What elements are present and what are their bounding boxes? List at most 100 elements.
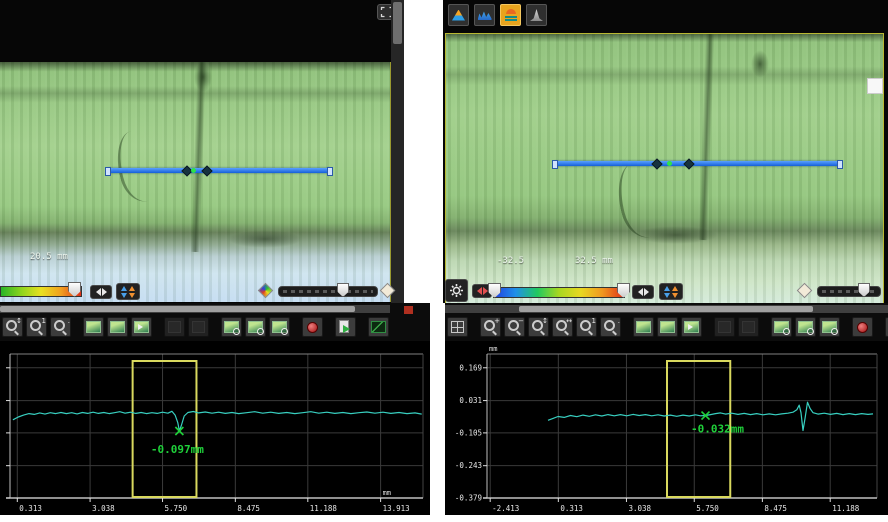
layered-surface-icon <box>505 9 517 21</box>
line-endpoint-marker-icon[interactable] <box>683 158 694 169</box>
layer-view-button[interactable] <box>500 4 521 26</box>
export-report-icon[interactable] <box>335 317 356 337</box>
layout-grid-icon[interactable] <box>447 317 468 337</box>
measure-region-box[interactable] <box>133 361 197 497</box>
icon-modifier: . <box>618 317 620 325</box>
range-slider[interactable] <box>817 286 881 297</box>
x-tick-label: 11.188 <box>832 504 860 513</box>
color-scale-bar[interactable] <box>493 287 625 298</box>
line-endpoint-marker-icon[interactable] <box>201 165 212 176</box>
icon-modifier: 1 <box>42 317 46 325</box>
zoom-out-icon[interactable]: − <box>504 317 525 337</box>
left-image-panel: 20.5 mm <box>0 0 404 303</box>
zoom-previous-icon[interactable]: . <box>50 317 71 337</box>
icon-modifier: ↔ <box>566 317 572 325</box>
icon-modifier: + <box>494 317 500 325</box>
measurement-line[interactable] <box>107 168 331 173</box>
right-toolbar: + − ↕ ↔ 1. <box>445 303 888 341</box>
y-tick-label: -0.379 <box>455 494 482 503</box>
zoom-fit-vertical-icon[interactable]: ↕ <box>528 317 549 337</box>
icon-modifier: − <box>518 317 524 325</box>
y-axis-unit-label: mm <box>489 345 497 353</box>
profile-wave-view-button[interactable] <box>474 4 495 26</box>
view-mode-toolbar <box>448 4 547 26</box>
icon-modifier: 1 <box>592 317 596 325</box>
x-tick-label: 0.313 <box>560 504 583 513</box>
x-tick-label: 11.188 <box>310 504 338 513</box>
right-image-panel: -32.5 32.5 mm <box>443 0 888 303</box>
sync-tool-icon[interactable] <box>738 317 759 337</box>
zoom-in-icon[interactable]: + <box>480 317 501 337</box>
x-tick-label: -2.413 <box>492 504 519 513</box>
measurement-value-label: -0.032mm <box>691 423 744 436</box>
region-zoom-icon[interactable] <box>221 317 242 337</box>
y-tick-label: -0.243 <box>455 461 482 470</box>
region-select-icon[interactable] <box>245 317 266 337</box>
cone-view-button[interactable] <box>526 4 547 26</box>
fit-scale-button[interactable] <box>90 285 112 299</box>
zoom-fit-vertical-icon[interactable]: ↕ <box>2 317 23 337</box>
region-zoom-icon[interactable] <box>771 317 792 337</box>
line-center-point-icon[interactable] <box>191 168 196 173</box>
sort-order-button[interactable] <box>659 283 683 300</box>
left-surface-image[interactable] <box>0 62 391 302</box>
record-icon[interactable] <box>852 317 873 337</box>
divider-handle[interactable] <box>404 306 413 314</box>
settings-gear-icon[interactable] <box>445 279 468 302</box>
color-scale-min-label: -32.5 <box>497 256 524 266</box>
view-animation-icon[interactable] <box>681 317 702 337</box>
zoom-fit-horizontal-icon[interactable]: ↔ <box>552 317 573 337</box>
horizontal-scrollbar[interactable] <box>0 305 390 313</box>
height-map-view-button[interactable] <box>448 4 469 26</box>
measurement-line[interactable] <box>554 161 841 166</box>
surface-pit <box>751 50 769 78</box>
profile-chart-canvas: 0.3133.0385.7508.47511.18813.913mm-0.097… <box>0 341 430 515</box>
view-height-map-icon[interactable] <box>83 317 104 337</box>
view-animation-icon[interactable] <box>131 317 152 337</box>
line-center-point-icon[interactable] <box>667 161 672 166</box>
left-profile-chart: 0.3133.0385.7508.47511.18813.913mm-0.097… <box>0 341 430 515</box>
cone-3d-icon <box>530 9 543 21</box>
horizontal-scrollbar[interactable] <box>445 305 888 313</box>
fit-scale-button-2[interactable] <box>632 285 654 299</box>
x-tick-label: 3.038 <box>92 504 115 513</box>
color-scale-label: 20.5 mm <box>30 252 68 262</box>
horizontal-scrollbar-thumb[interactable] <box>0 306 355 312</box>
surface-smudge <box>634 226 718 244</box>
view-height-map-icon[interactable] <box>633 317 654 337</box>
horizontal-scrollbar-thumb[interactable] <box>519 306 813 312</box>
mini-preview-chip[interactable] <box>867 78 883 94</box>
record-icon[interactable] <box>302 317 323 337</box>
zoom-one-to-one-icon[interactable]: 1 <box>576 317 597 337</box>
x-tick-label: 3.038 <box>628 504 651 513</box>
x-tick-label: 8.475 <box>237 504 260 513</box>
view-texture-icon[interactable] <box>657 317 678 337</box>
y-tick-label: 0.031 <box>459 396 482 405</box>
region-expand-icon[interactable] <box>819 317 840 337</box>
zoom-one-to-one-icon[interactable]: 1 <box>26 317 47 337</box>
surface-pit <box>194 62 212 92</box>
vertical-scrollbar-thumb[interactable] <box>393 2 402 44</box>
vertical-scrollbar[interactable] <box>391 0 404 303</box>
icon-modifier: ↕ <box>542 317 548 325</box>
region-select-icon[interactable] <box>795 317 816 337</box>
x-axis-unit-label: mm <box>383 489 391 497</box>
profile-chart-canvas: -2.4130.3133.0385.7508.47511.1880.1690.0… <box>445 341 888 515</box>
x-tick-label: 5.750 <box>165 504 188 513</box>
color-scale-max-label: 32.5 mm <box>575 256 613 266</box>
view-texture-icon[interactable] <box>107 317 128 337</box>
compare-tool-icon[interactable] <box>714 317 735 337</box>
profile-analysis-icon[interactable] <box>368 317 389 337</box>
measurement-value-label: -0.097mm <box>151 443 204 456</box>
region-expand-icon[interactable] <box>269 317 290 337</box>
range-slider[interactable] <box>278 286 378 297</box>
compare-tool-icon[interactable] <box>164 317 185 337</box>
sync-tool-icon[interactable] <box>188 317 209 337</box>
sort-order-button[interactable] <box>116 283 140 300</box>
rainbow-mountain-icon <box>452 10 465 21</box>
zoom-previous-icon[interactable]: . <box>600 317 621 337</box>
inspection-app-window: 20.5 mm <box>0 0 888 522</box>
icon-modifier: . <box>68 317 70 325</box>
x-tick-label: 5.750 <box>696 504 719 513</box>
x-tick-label: 13.913 <box>383 504 410 513</box>
